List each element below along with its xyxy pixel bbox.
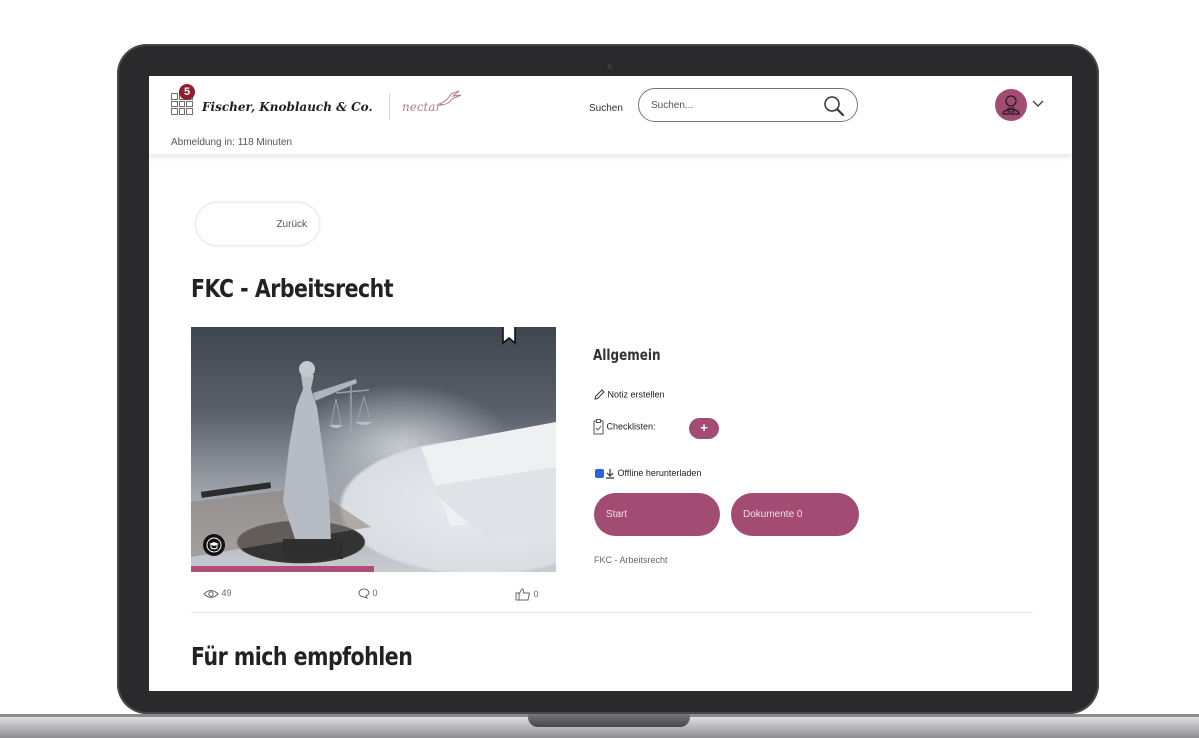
- clipboard-icon: [593, 419, 604, 435]
- search-input[interactable]: [651, 97, 811, 113]
- create-note-label: Notiz erstellen: [607, 389, 665, 400]
- laptop-base-notch: [528, 714, 690, 727]
- section-divider: [191, 612, 1033, 613]
- comments-value: 0: [372, 588, 378, 598]
- download-icon: [606, 468, 614, 479]
- documents-button[interactable]: Dokumente 0: [731, 493, 859, 536]
- likes-count[interactable]: 0: [515, 588, 539, 601]
- add-checklist-button[interactable]: +: [689, 418, 719, 439]
- offline-label: Offline herunterladen: [617, 468, 702, 478]
- app-screen: 5 Fischer, Knoblauch & Co. nectar Abmeld…: [149, 76, 1072, 691]
- start-button-label: Start: [606, 509, 628, 520]
- laptop-camera: [607, 64, 612, 69]
- course-image[interactable]: [191, 327, 556, 572]
- back-button[interactable]: Zurück: [196, 203, 319, 245]
- start-button[interactable]: Start: [594, 493, 720, 536]
- graduation-cap-icon: [203, 534, 225, 556]
- user-avatar[interactable]: [995, 89, 1027, 121]
- eye-icon: [203, 589, 219, 598]
- pencil-icon: [594, 389, 605, 400]
- top-bar: 5 Fischer, Knoblauch & Co. nectar Abmeld…: [149, 76, 1072, 154]
- back-button-label: Zurück: [276, 219, 307, 230]
- section-title: Allgemein: [593, 346, 661, 364]
- create-note-link[interactable]: Notiz erstellen: [593, 389, 665, 401]
- session-timeout: Abmeldung in: 118 Minuten: [171, 137, 293, 148]
- notification-badge: 5: [179, 84, 195, 100]
- page-title: FKC - Arbeitsrecht: [191, 274, 394, 303]
- comments-count[interactable]: 0: [358, 588, 378, 599]
- offline-checkbox[interactable]: [595, 469, 604, 479]
- views-count: 49: [203, 588, 232, 599]
- search-label: Suchen: [589, 103, 623, 114]
- logo-divider: [389, 94, 390, 120]
- comment-icon: [358, 588, 370, 599]
- offline-download-option[interactable]: Offline herunterladen: [595, 468, 701, 479]
- hummingbird-icon: [437, 90, 462, 106]
- thumbs-up-icon: [515, 588, 530, 601]
- justice-statue-image: [191, 361, 556, 559]
- company-logo[interactable]: Fischer, Knoblauch & Co.: [202, 100, 373, 114]
- checklist-row: Checklisten:: [593, 419, 656, 435]
- user-icon: [1002, 95, 1020, 115]
- recommendations-title: Für mich empfohlen: [191, 642, 413, 671]
- views-value: 49: [221, 588, 232, 598]
- product-logo: nectar: [402, 100, 442, 114]
- documents-button-label: Dokumente 0: [743, 509, 803, 520]
- bookmark-icon[interactable]: [502, 327, 516, 345]
- search-box[interactable]: [638, 88, 858, 122]
- chevron-down-icon[interactable]: [1032, 100, 1044, 108]
- course-name: FKC - Arbeitsrecht: [594, 555, 668, 565]
- likes-value: 0: [533, 588, 539, 599]
- checklist-label: Checklisten:: [606, 421, 656, 432]
- course-progress-bar: [191, 566, 374, 572]
- search-icon[interactable]: [823, 95, 845, 117]
